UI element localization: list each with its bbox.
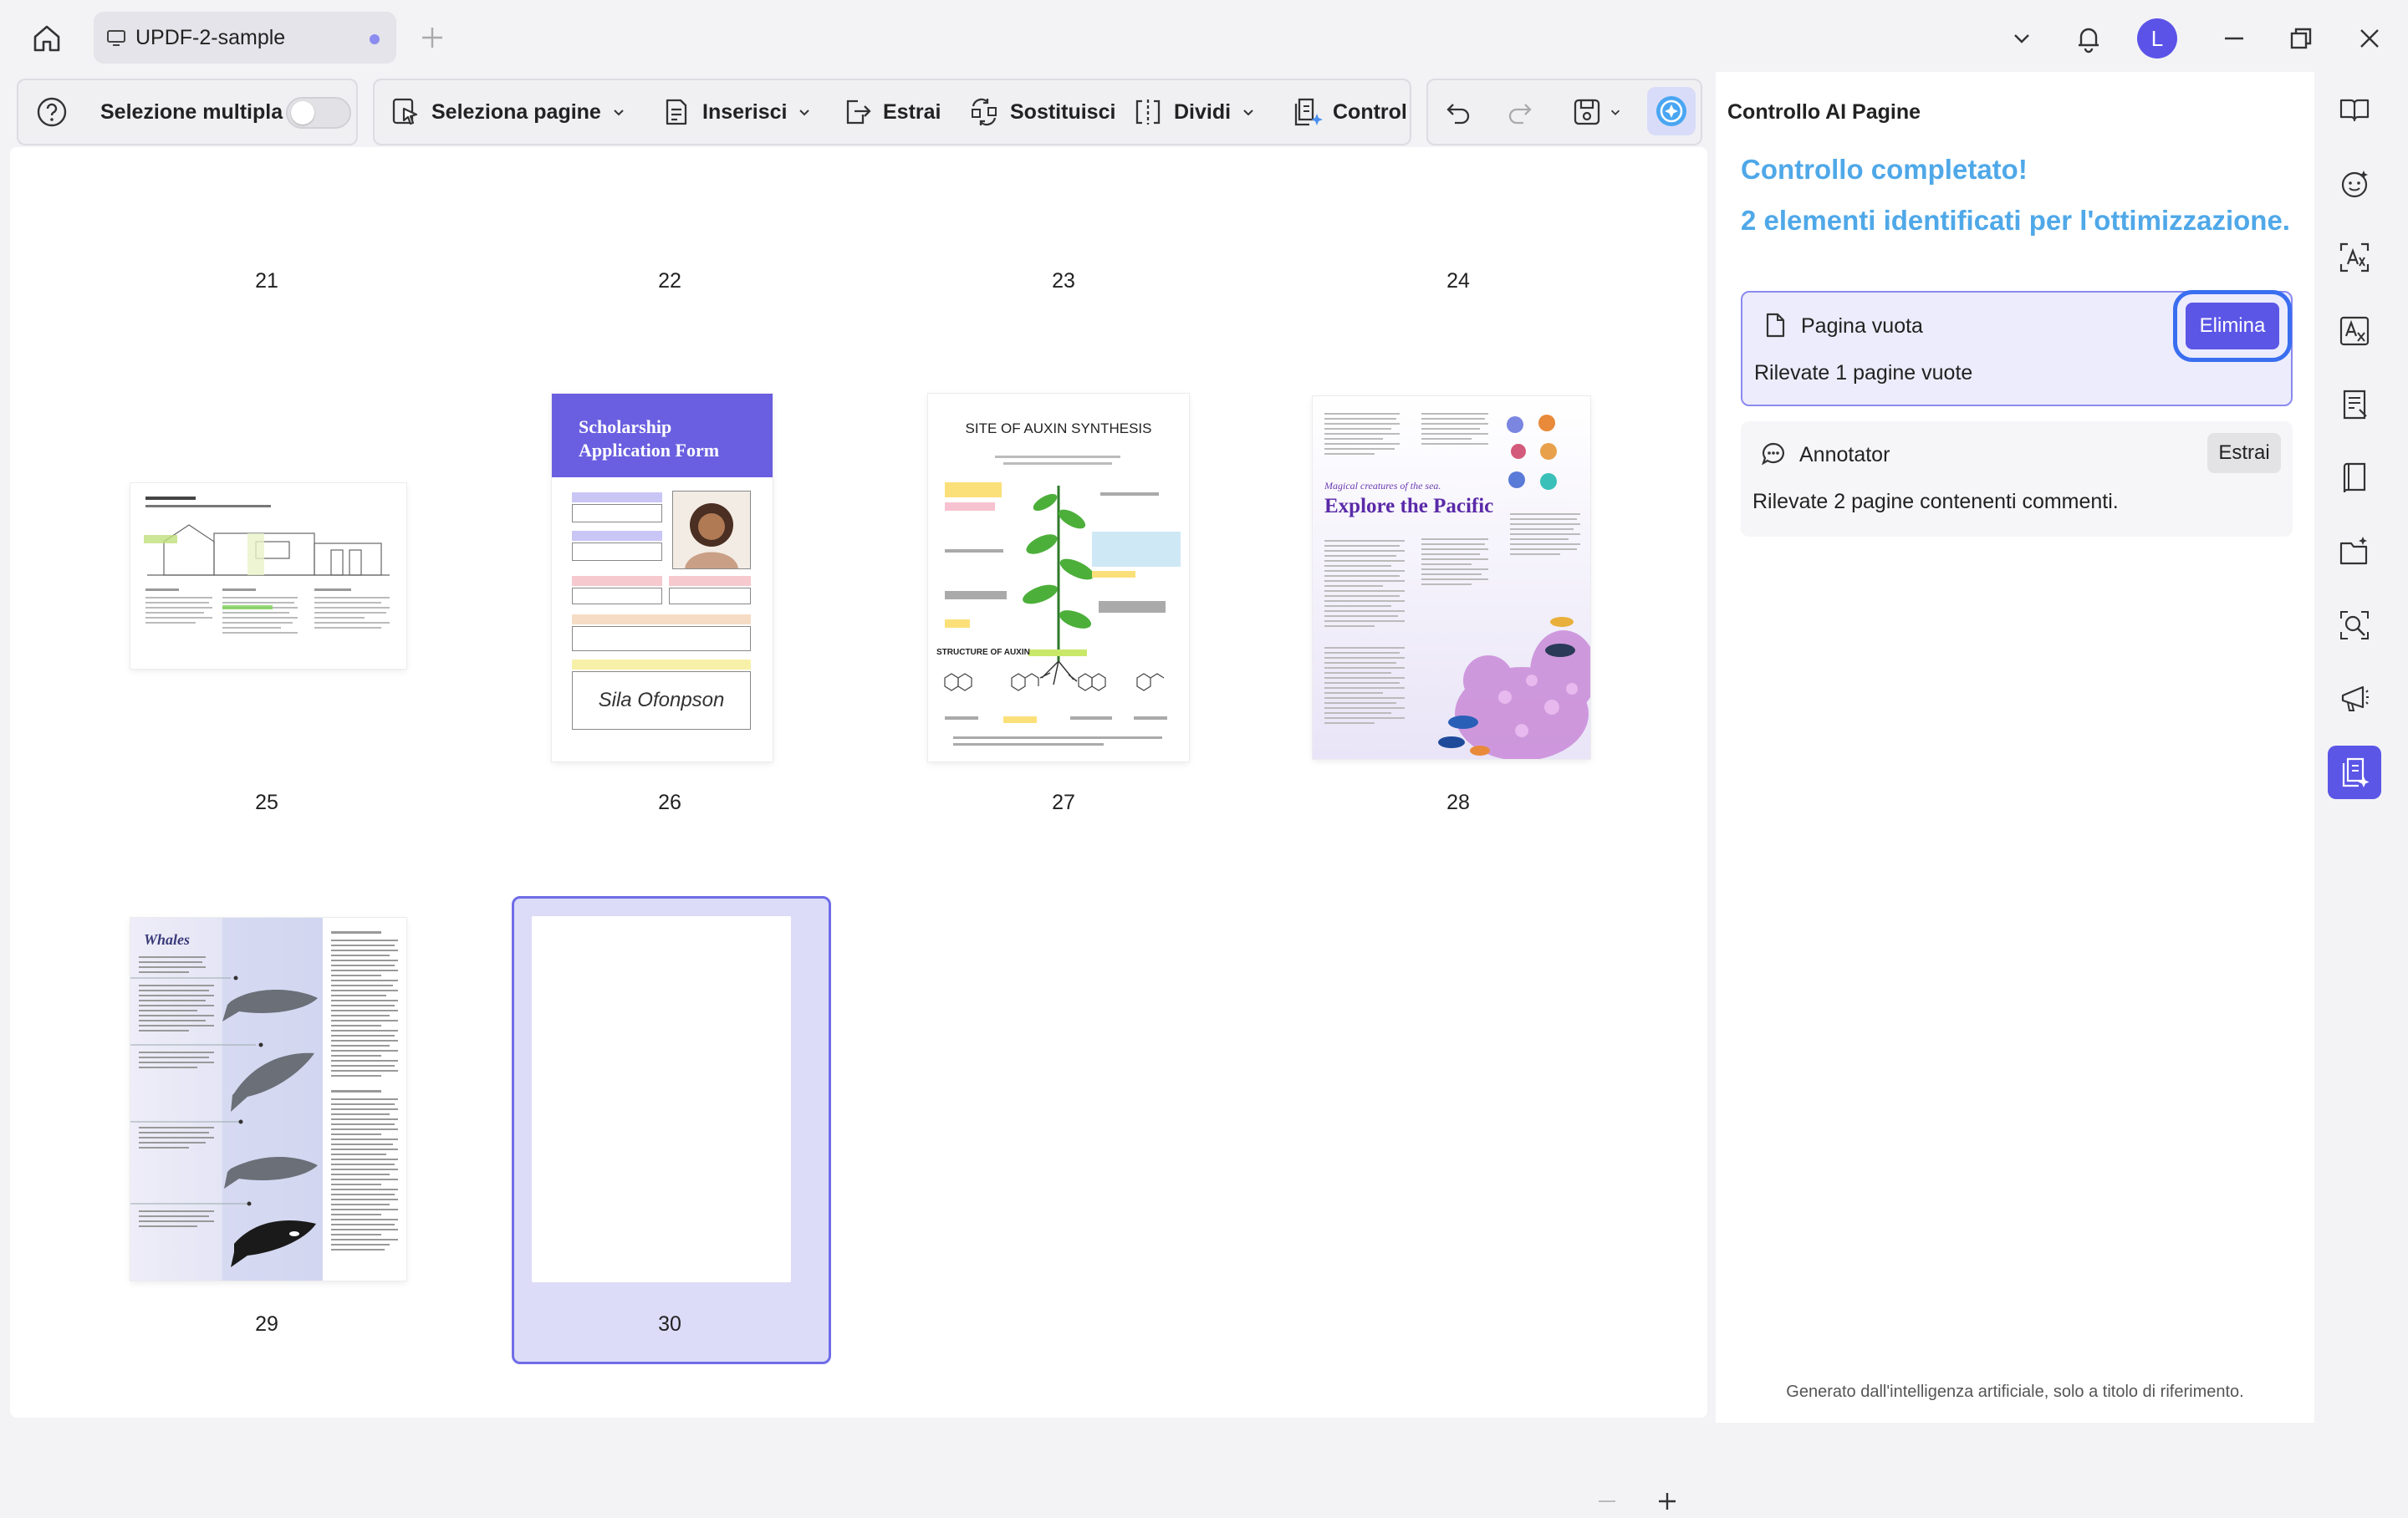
presentation-icon[interactable] — [2328, 672, 2381, 726]
summarize-icon[interactable] — [2328, 378, 2381, 431]
redo-icon[interactable] — [1505, 80, 1533, 144]
page-thumbnail-26[interactable]: Scholarship Application Form Sila Ofonps… — [552, 394, 773, 762]
delete-button[interactable]: Elimina — [2173, 290, 2292, 362]
signature: Sila Ofonpson — [572, 671, 751, 730]
article-title: Explore the Pacific — [1324, 495, 1494, 517]
selection-toolbar: Selezione multipla — [17, 79, 358, 145]
floor-plan-illustration — [144, 497, 390, 634]
chevron-down-icon — [1243, 110, 1253, 116]
page-number: 21 — [255, 269, 278, 293]
annotator-title: Annotator — [1799, 443, 1890, 466]
chevron-down-icon — [1610, 110, 1620, 115]
annotator-card: Annotator Rilevate 2 pagine contenenti c… — [1741, 421, 2293, 537]
ai-disclaimer: Generato dall'intelligenza artificiale, … — [1786, 1383, 2244, 1401]
ai-folder-icon[interactable] — [2328, 525, 2381, 578]
comment-icon — [1762, 442, 1784, 466]
undo-icon[interactable] — [1445, 80, 1473, 144]
split-button[interactable]: Dividi — [1132, 80, 1256, 144]
page-thumbnail-25[interactable] — [130, 483, 406, 669]
insert-button[interactable]: Inserisci — [662, 80, 812, 144]
extract-button[interactable]: Estrai — [841, 80, 941, 144]
whales-title: Whales — [144, 931, 191, 948]
close-icon[interactable] — [2349, 18, 2390, 59]
article-kicker: Magical creatures of the sea. — [1324, 480, 1441, 492]
ocean-illustration — [1313, 396, 1590, 759]
page-number: 30 — [658, 1312, 681, 1336]
check-completed-heading: Controllo completato! — [1741, 154, 2028, 185]
title-bar: UPDF-2-sample L — [0, 0, 2408, 77]
chevron-down-icon — [799, 110, 810, 116]
annotator-desc: Rilevate 2 pagine contenenti commenti. — [1752, 490, 2119, 513]
page-thumbnail-30[interactable] — [532, 916, 791, 1282]
insert-page-icon — [666, 99, 687, 125]
diagram-title: SITE OF AUXIN SYNTHESIS — [965, 420, 1152, 436]
ai-chat-icon[interactable] — [2328, 157, 2381, 211]
page-thumbnail-29[interactable]: Whales — [130, 918, 406, 1281]
page-icon — [1766, 313, 1785, 338]
select-pages-button[interactable]: Seleziona pagine — [390, 80, 626, 144]
history-toolbar — [1426, 79, 1702, 145]
page-tools-toolbar: Seleziona pagine Inserisci Estrai Sostit… — [373, 79, 1411, 145]
right-tool-rail — [2314, 72, 2408, 1423]
page-number: 27 — [1052, 791, 1075, 814]
ai-assistant-button[interactable] — [1647, 87, 1696, 135]
chevron-down-icon[interactable] — [2002, 18, 2042, 59]
translate-icon[interactable] — [2328, 304, 2381, 358]
ai-page-check-icon[interactable] — [2328, 746, 2381, 799]
blank-page-title: Pagina vuota — [1801, 314, 1923, 338]
monitor-icon — [107, 30, 125, 46]
ai-search-icon[interactable] — [2328, 599, 2381, 652]
plant-diagram — [944, 456, 1181, 746]
cursor-page-icon — [392, 98, 418, 125]
book-icon[interactable] — [2328, 451, 2381, 505]
tab-title: UPDF-2-sample — [135, 25, 286, 49]
reader-icon[interactable] — [2328, 84, 2381, 137]
extract-icon — [846, 99, 871, 125]
page-number: 25 — [255, 791, 278, 814]
save-icon[interactable] — [1570, 80, 1622, 144]
split-icon — [1135, 99, 1161, 125]
bell-icon[interactable] — [2069, 18, 2109, 59]
ai-control-icon — [1294, 98, 1323, 126]
page-thumbnail-27[interactable]: SITE OF AUXIN SYNTHESIS STRUCTURE OF AUX… — [928, 394, 1189, 762]
restore-icon[interactable] — [2281, 18, 2321, 59]
home-icon[interactable] — [25, 18, 69, 59]
multi-select-toggle[interactable] — [286, 97, 351, 129]
blank-page-desc: Rilevate 1 pagine vuote — [1754, 361, 1973, 385]
chevron-down-icon — [614, 110, 624, 116]
page-number: 22 — [658, 269, 681, 293]
new-tab-icon[interactable] — [418, 23, 446, 52]
items-found-heading: 2 elementi identificati per l'ottimizzaz… — [1741, 205, 2290, 236]
page-number: 23 — [1052, 269, 1075, 293]
page-number: 24 — [1446, 269, 1470, 293]
page-number: 26 — [658, 791, 681, 814]
page-grid: 21 22 23 24 Scholarship Application Form… — [10, 147, 1707, 1510]
replace-icon — [972, 98, 997, 126]
document-tab[interactable]: UPDF-2-sample — [94, 12, 396, 64]
whales-illustration — [130, 918, 406, 1281]
help-icon[interactable] — [35, 80, 69, 144]
control-button[interactable]: Control — [1291, 80, 1407, 144]
multi-select-label: Selezione multipla — [100, 99, 283, 124]
zoom-out-icon[interactable] — [1590, 1485, 1624, 1518]
panel-title: Controllo AI Pagine — [1727, 100, 1921, 124]
ai-assistant-icon — [1656, 96, 1686, 126]
minimize-icon[interactable] — [2214, 18, 2254, 59]
page-number: 28 — [1446, 791, 1470, 814]
extract-comments-button[interactable]: Estrai — [2207, 433, 2281, 473]
replace-button[interactable]: Sostituisci — [968, 80, 1115, 144]
avatar[interactable]: L — [2137, 18, 2177, 59]
structure-heading: STRUCTURE OF AUXIN — [936, 648, 1030, 657]
applicant-photo — [672, 491, 751, 569]
zoom-in-icon[interactable] — [1650, 1485, 1684, 1518]
page-thumbnail-28[interactable]: Magical creatures of the sea. Explore th… — [1313, 396, 1590, 759]
page-number: 29 — [255, 1312, 278, 1336]
unsaved-dot — [370, 34, 380, 44]
blank-page-card: Pagina vuota Rilevate 1 pagine vuote Eli… — [1741, 290, 2293, 406]
ai-page-check-panel: Controllo AI Pagine Controllo completato… — [1716, 72, 2314, 1423]
form-title: Scholarship Application Form — [579, 416, 720, 461]
ocr-icon[interactable] — [2328, 231, 2381, 284]
